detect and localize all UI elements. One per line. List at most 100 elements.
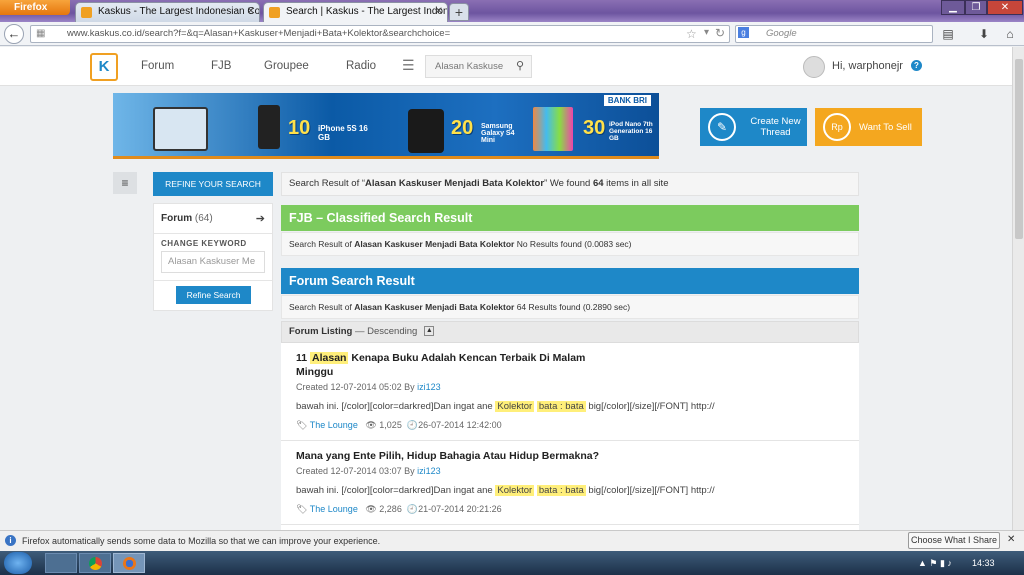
bookmark-star-icon[interactable]: ☆ (686, 27, 697, 41)
sidebar-toggle-icon[interactable]: ≡ (113, 172, 137, 194)
explorer-taskbar-icon[interactable] (45, 553, 77, 573)
home-icon[interactable]: ⌂ (1002, 26, 1018, 42)
fjb-result-title: FJB – Classified Search Result (281, 205, 859, 231)
want-to-sell-label: Want To Sell (859, 121, 912, 133)
eye-icon: 👁 (365, 504, 377, 514)
thread-views: 2,286 (379, 504, 402, 514)
new-tab-button[interactable]: + (449, 3, 469, 21)
web-search-input[interactable]: Google (735, 25, 933, 43)
bookmarks-icon[interactable]: ▤ (940, 26, 956, 42)
search-result-summary: Search Result of “Alasan Kaskuser Menjad… (281, 172, 859, 196)
promo-1-text: iPhone 5S 16 GB (318, 124, 368, 142)
kaskus-favicon-icon (81, 7, 92, 18)
close-notification-icon[interactable]: ✕ (1007, 534, 1015, 545)
divider (154, 233, 272, 234)
sort-toggle-icon[interactable]: ▲ (424, 326, 435, 337)
close-tab-icon[interactable]: ✕ (435, 3, 443, 21)
fjb-prefix: Search Result of (289, 239, 355, 249)
nav-groupee[interactable]: Groupee (264, 60, 309, 72)
summary-mid: ” We found (544, 178, 593, 189)
filter-forum-count: (64) (194, 213, 213, 224)
want-to-sell-button[interactable]: Rp Want To Sell (815, 108, 922, 146)
rupiah-icon: Rp (823, 113, 851, 141)
back-button[interactable]: ← (4, 24, 24, 44)
dropdown-icon[interactable]: ▾ (704, 27, 709, 38)
url-bar[interactable]: www.kaskus.co.id/search?f=&q=Alasan+Kask… (30, 25, 730, 43)
firefox-menu-button[interactable]: Firefox (0, 0, 70, 15)
promo-3-number: 30 (583, 117, 606, 139)
snippet-highlight: Kolektor (495, 401, 535, 412)
help-icon[interactable]: ? (911, 60, 922, 71)
downloads-icon[interactable]: ⬇ (976, 26, 992, 42)
windows-taskbar (0, 551, 1024, 575)
google-icon[interactable]: g (738, 27, 749, 38)
nav-forum[interactable]: Forum (141, 60, 174, 72)
phone-image (258, 105, 280, 149)
start-button[interactable] (4, 552, 32, 574)
forum-prefix: Search Result of (289, 302, 355, 312)
tab-kaskus-home[interactable]: Kaskus - The Largest Indonesian Com... ✕ (75, 2, 260, 22)
thread-footer: 🏷 The Lounge 👁 1,025 🕘26-07-2014 12:42:0… (296, 420, 844, 431)
restore-window-button[interactable]: ❐ (965, 0, 987, 15)
promo-2-text: Samsung Galaxy S4 Mini (481, 123, 515, 144)
thread-title[interactable]: 11 Alasan Kenapa Buku Adalah Kencan Terb… (296, 351, 616, 379)
chrome-taskbar-icon[interactable] (79, 553, 111, 573)
pencil-icon: ✎ (708, 113, 736, 141)
forum-result-title: Forum Search Result (281, 268, 859, 294)
search-icon[interactable]: ⚲ (516, 56, 524, 77)
tray-icons[interactable]: ▲ ⚑ ▮ ♪ (918, 558, 952, 569)
thread-views: 1,025 (379, 420, 402, 430)
taskbar-clock[interactable]: 14:33 (972, 558, 995, 568)
forum-status: 64 Results found (0.2890 sec) (514, 302, 631, 312)
promo-banner[interactable]: BANK BRI 10 iPhone 5S 16 GB 20 Samsung G… (113, 93, 659, 159)
fjb-query: Alasan Kaskuser Menjadi Bata Kolektor (354, 239, 515, 249)
thread-author[interactable]: izi123 (417, 382, 441, 392)
firefox-taskbar-icon[interactable] (113, 553, 145, 573)
refine-search-tab[interactable]: REFINE YOUR SEARCH (153, 172, 273, 196)
avatar[interactable] (803, 56, 825, 78)
divider (154, 280, 272, 281)
keyword-input[interactable]: Alasan Kaskuser Me (161, 251, 265, 273)
tab-search[interactable]: Search | Kaskus - The Largest Indones...… (263, 2, 448, 22)
kaskus-logo[interactable]: K (90, 53, 118, 81)
snippet-pre: bawah ini. [/color][color=darkred]Dan in… (296, 401, 496, 412)
arrow-right-icon[interactable]: ➔ (256, 212, 265, 225)
summary-query: Alasan Kaskuser Menjadi Bata Kolektor (365, 178, 545, 189)
create-new-thread-button[interactable]: ✎ Create New Thread (700, 108, 807, 146)
snippet-highlight: bata : bata (536, 485, 586, 496)
summary-suffix: items in all site (603, 178, 669, 189)
scrollbar-thumb[interactable] (1015, 59, 1023, 239)
summary-prefix: Search Result of “ (289, 178, 366, 189)
nav-radio[interactable]: Radio (346, 60, 376, 72)
thread-author[interactable]: izi123 (417, 466, 441, 476)
thread-last-post: 26-07-2014 12:42:00 (418, 420, 502, 430)
reload-icon[interactable]: ↻ (715, 26, 725, 40)
user-greeting[interactable]: Hi, warphonejr (832, 60, 903, 72)
tablet-image (153, 107, 208, 151)
ipod-image (533, 107, 573, 151)
bank-bri-logo: BANK BRI (603, 95, 651, 106)
thread-forum-link[interactable]: The Lounge (310, 504, 358, 514)
close-tab-icon[interactable]: ✕ (247, 3, 255, 21)
close-window-button[interactable]: ✕ (987, 0, 1023, 15)
filter-forum[interactable]: Forum (64) (161, 213, 213, 224)
url-text: www.kaskus.co.id/search?f=&q=Alasan+Kask… (67, 28, 451, 39)
minimize-window-button[interactable]: ▁ (941, 0, 965, 15)
thread-created: Created 12-07-2014 05:02 By (296, 382, 418, 392)
thread-title[interactable]: Mana yang Ente Pilih, Hidup Bahagia Atau… (296, 449, 844, 463)
promo-2-number: 20 (451, 117, 474, 139)
nav-fjb[interactable]: FJB (211, 60, 231, 72)
tag-icon: 🏷 (296, 420, 308, 430)
snippet-pre: bawah ini. [/color][color=darkred]Dan in… (296, 485, 496, 496)
thread-footer: 🏷 The Lounge 👁 2,286 🕘21-07-2014 20:21:2… (296, 504, 844, 515)
promo-3-text: iPod Nano 7th Generation 16 GB (609, 121, 653, 142)
choose-what-i-share-button[interactable]: Choose What I Share (908, 532, 1000, 549)
site-identity-icon[interactable]: ▦ (36, 28, 45, 39)
forum-listing-header: Forum Listing — Descending ▲ (281, 321, 859, 343)
page-scrollbar[interactable] (1012, 47, 1024, 530)
thread-last-post: 21-07-2014 20:21:26 (418, 504, 502, 514)
refine-search-button[interactable]: Refine Search (176, 286, 251, 304)
thread-forum-link[interactable]: The Lounge (310, 420, 358, 430)
site-search-input[interactable]: Alasan Kaskuse ⚲ (425, 55, 532, 78)
menu-icon[interactable]: ☰ (402, 57, 415, 74)
